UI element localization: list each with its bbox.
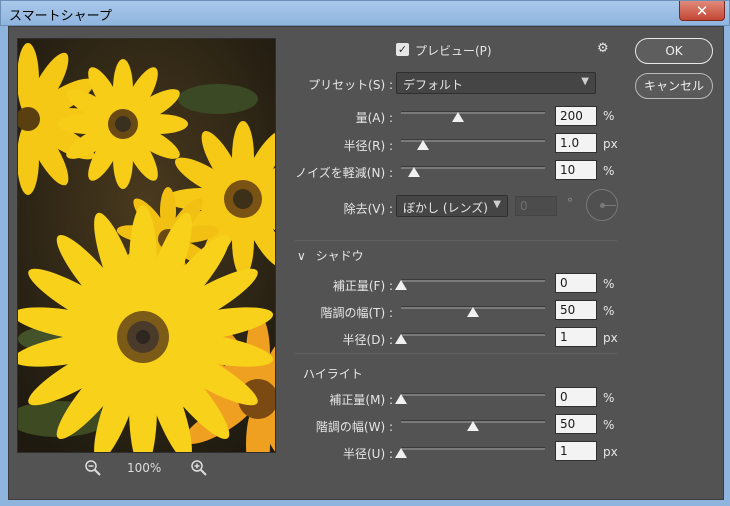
shadow-radius-label: 半径(D) : <box>342 333 393 347</box>
close-button[interactable]: ✕ <box>679 1 725 21</box>
highlight-radius-label: 半径(U) : <box>342 447 393 461</box>
smart-sharpen-dialog: 100% ✓ プレビュー(P) ⚙ OK キャンセル プリセット(S) : デフ… <box>8 26 724 500</box>
shadow-fade-slider-thumb[interactable] <box>395 280 407 290</box>
highlight-tonal-unit: % <box>603 418 615 432</box>
noise-input[interactable]: 10 <box>555 160 597 180</box>
chevron-down-icon: ▼ <box>581 76 589 87</box>
remove-value: ぼかし (レンズ) <box>403 201 488 215</box>
window-frame-left <box>0 26 8 506</box>
section-divider <box>295 353 617 354</box>
highlight-fade-slider-thumb[interactable] <box>395 394 407 404</box>
title-bar: スマートシャープ ✕ <box>0 0 730 26</box>
zoom-out-icon[interactable] <box>84 459 102 477</box>
highlight-fade-slider[interactable] <box>395 391 545 405</box>
radius-input[interactable]: 1.0 <box>555 133 597 153</box>
remove-dropdown[interactable]: ぼかし (レンズ) ▼ <box>396 195 508 217</box>
preview-image[interactable] <box>17 38 276 453</box>
amount-label: 量(A) : <box>355 111 393 125</box>
highlight-fade-unit: % <box>603 391 615 405</box>
preview-label: プレビュー(P) <box>415 44 492 58</box>
shadow-tonal-input[interactable]: 50 <box>555 300 597 320</box>
shadow-radius-input[interactable]: 1 <box>555 327 597 347</box>
highlight-tonal-slider[interactable] <box>401 418 545 432</box>
amount-slider[interactable] <box>401 109 545 123</box>
preset-dropdown[interactable]: デフォルト ▼ <box>396 72 596 94</box>
degree-unit: ° <box>567 196 573 210</box>
shadow-radius-slider-thumb[interactable] <box>395 334 407 344</box>
radius-slider-thumb[interactable] <box>417 140 429 150</box>
highlight-radius-input[interactable]: 1 <box>555 441 597 461</box>
shadow-fade-input[interactable]: 0 <box>555 273 597 293</box>
noise-slider-thumb[interactable] <box>408 167 420 177</box>
highlight-radius-slider[interactable] <box>395 445 545 459</box>
preset-label: プリセット(S) : <box>308 78 393 92</box>
angle-input: 0 <box>515 196 557 216</box>
amount-slider-thumb[interactable] <box>452 112 464 122</box>
shadow-fade-unit: % <box>603 277 615 291</box>
window-frame-right <box>724 26 730 506</box>
shadow-tonal-label: 階調の幅(T) : <box>320 306 393 320</box>
shadow-tonal-unit: % <box>603 304 615 318</box>
shadow-fade-slider[interactable] <box>395 277 545 291</box>
radius-unit: px <box>603 137 618 151</box>
highlight-tonal-label: 階調の幅(W) : <box>315 420 393 434</box>
chevron-down-icon: ▼ <box>493 199 501 210</box>
cancel-button[interactable]: キャンセル <box>635 73 713 99</box>
noise-label: ノイズを軽減(N) : <box>295 166 393 180</box>
zoom-level: 100% <box>127 461 162 475</box>
ok-button[interactable]: OK <box>635 38 713 64</box>
shadow-fade-label: 補正量(F) : <box>332 279 393 293</box>
highlight-radius-slider-thumb[interactable] <box>395 448 407 458</box>
amount-input[interactable]: 200 <box>555 106 597 126</box>
zoom-in-icon[interactable] <box>190 459 208 477</box>
noise-unit: % <box>603 164 615 178</box>
remove-label: 除去(V) : <box>343 202 393 216</box>
noise-slider[interactable] <box>401 164 545 178</box>
amount-unit: % <box>603 109 615 123</box>
highlight-title: ハイライト <box>303 367 363 381</box>
shadow-title: シャドウ <box>315 249 364 263</box>
zoom-bar: 100% <box>17 459 276 479</box>
section-divider <box>295 240 617 241</box>
gear-icon[interactable]: ⚙ <box>597 41 613 57</box>
highlight-tonal-slider-thumb[interactable] <box>467 421 479 431</box>
shadow-tonal-slider[interactable] <box>401 304 545 318</box>
shadow-radius-unit: px <box>603 331 618 345</box>
window-title: スマートシャープ <box>9 9 112 24</box>
chevron-down-icon: ∨ <box>297 249 306 263</box>
preset-value: デフォルト <box>403 78 464 92</box>
shadow-radius-slider[interactable] <box>395 331 545 345</box>
shadow-tonal-slider-thumb[interactable] <box>467 307 479 317</box>
highlight-tonal-input[interactable]: 50 <box>555 414 597 434</box>
flower-photo <box>18 39 275 452</box>
radius-label: 半径(R) : <box>343 139 393 153</box>
angle-dial <box>586 189 618 221</box>
highlight-radius-unit: px <box>603 445 618 459</box>
radius-slider[interactable] <box>401 137 545 151</box>
highlight-fade-input[interactable]: 0 <box>555 387 597 407</box>
shadow-section-toggle[interactable]: ∨ シャドウ <box>297 247 364 264</box>
window-frame-bottom <box>0 500 730 506</box>
highlight-fade-label: 補正量(M) : <box>329 393 393 407</box>
preview-checkbox[interactable]: ✓ <box>396 43 409 56</box>
close-icon: ✕ <box>695 1 709 20</box>
